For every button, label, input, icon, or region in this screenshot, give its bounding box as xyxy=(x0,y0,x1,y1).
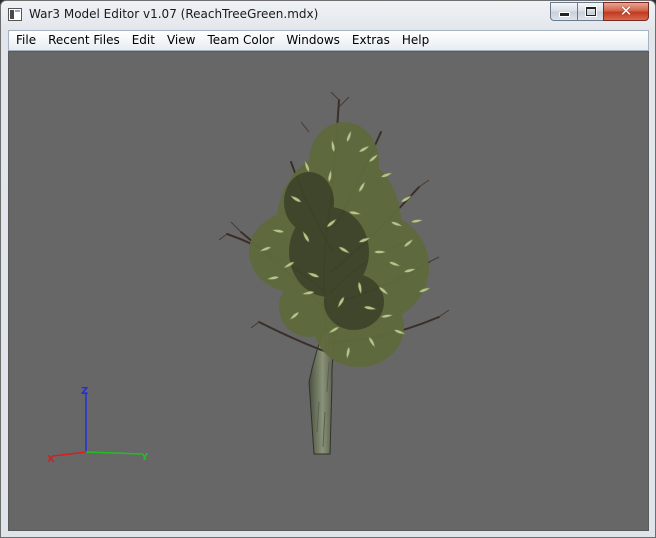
minimize-icon xyxy=(558,12,570,17)
menu-view[interactable]: View xyxy=(161,31,201,50)
menu-recent-files[interactable]: Recent Files xyxy=(42,31,126,50)
minimize-button[interactable] xyxy=(550,2,577,21)
app-icon[interactable] xyxy=(8,8,22,21)
caption-buttons: ✕ xyxy=(550,2,649,22)
model-viewport[interactable]: Z Y X xyxy=(8,51,649,531)
viewport-canvas: Z Y X xyxy=(47,91,450,465)
menu-file[interactable]: File xyxy=(10,31,42,50)
menu-bar: File Recent Files Edit View Team Color W… xyxy=(8,30,649,51)
axis-gizmo: Z Y X xyxy=(47,386,149,465)
app-window: War3 Model Editor v1.07 (ReachTreeGreen.… xyxy=(0,0,656,538)
menu-help[interactable]: Help xyxy=(396,31,435,50)
close-icon: ✕ xyxy=(619,2,633,20)
x-axis-line xyxy=(52,451,87,457)
menu-team-color[interactable]: Team Color xyxy=(201,31,280,50)
window-title: War3 Model Editor v1.07 (ReachTreeGreen.… xyxy=(29,7,319,21)
maximize-icon xyxy=(584,6,597,17)
close-button[interactable]: ✕ xyxy=(603,2,649,21)
y-axis-label: Y xyxy=(140,452,149,463)
menu-windows[interactable]: Windows xyxy=(280,31,346,50)
menu-extras[interactable]: Extras xyxy=(346,31,396,50)
menu-edit[interactable]: Edit xyxy=(126,31,161,50)
y-axis-line xyxy=(85,451,142,455)
x-axis-label: X xyxy=(47,454,55,465)
title-bar[interactable]: War3 Model Editor v1.07 (ReachTreeGreen.… xyxy=(1,1,655,29)
maximize-button[interactable] xyxy=(577,2,603,21)
z-axis-label: Z xyxy=(81,386,88,397)
tree-model xyxy=(218,91,450,455)
